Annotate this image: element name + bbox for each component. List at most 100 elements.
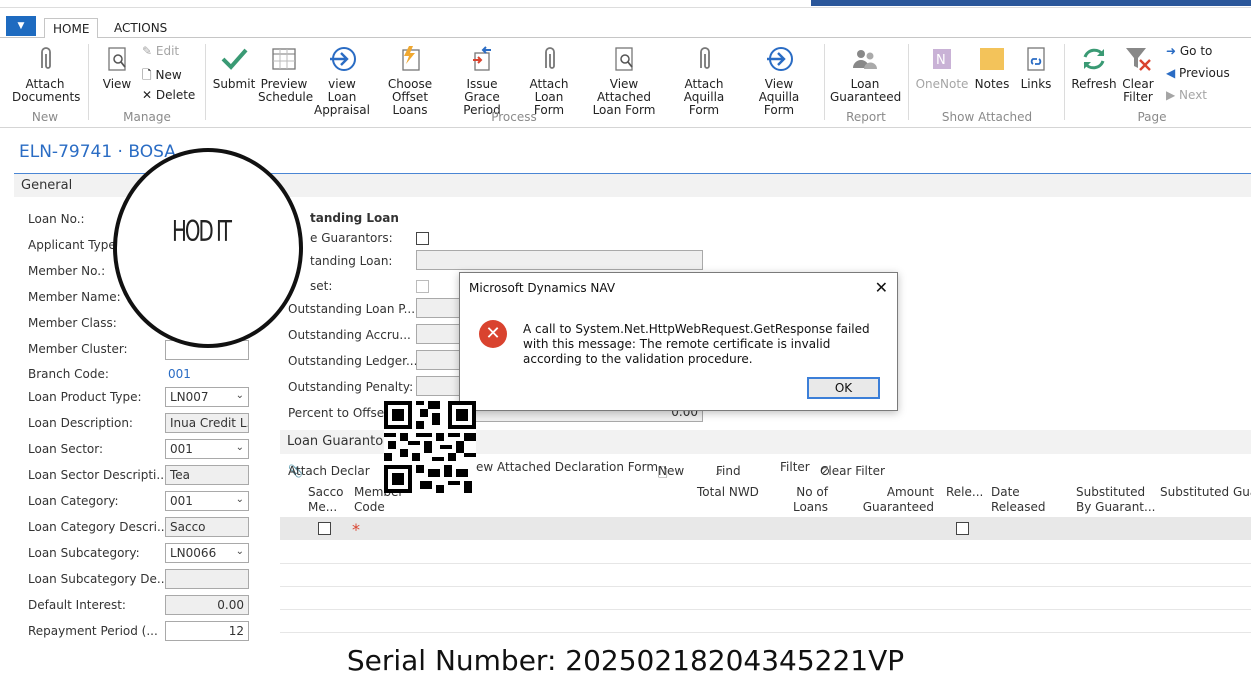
loan-category-description-field[interactable]: Sacco xyxy=(165,517,249,537)
next-button[interactable]: ▶ Next xyxy=(1166,88,1207,102)
view-label: View xyxy=(102,77,132,91)
chevron-down-icon: ⌄ xyxy=(235,390,244,401)
tab-home[interactable]: HOME xyxy=(44,18,99,39)
go-to-label: Go to xyxy=(1179,44,1213,58)
serial-number: Serial Number: 20250218204345221VP xyxy=(0,644,1251,677)
loan-product-type-select[interactable]: LN007 ⌄ xyxy=(165,387,249,407)
funnel-clear-icon xyxy=(1126,48,1151,71)
divider xyxy=(1064,44,1065,120)
applicant-type-label: Applicant Type: xyxy=(28,238,120,252)
new-line-label: New xyxy=(658,464,685,478)
released-checkbox[interactable] xyxy=(956,522,969,535)
preview-schedule-button[interactable]: Preview Schedule xyxy=(258,44,313,104)
outstanding-loan-label: tanding Loan: xyxy=(310,254,393,268)
chevron-down-icon: ⌄ xyxy=(235,546,244,557)
sacco-member-checkbox[interactable] xyxy=(318,522,331,535)
loan-subcategory-description-field[interactable] xyxy=(165,569,249,589)
table-row[interactable]: * xyxy=(280,517,1251,540)
col-sacco-member[interactable]: Sacco Me... xyxy=(308,485,344,515)
loan-subcategory-description-label: Loan Subcategory De... xyxy=(28,572,169,586)
offset-checkbox[interactable] xyxy=(416,280,429,293)
group-show-attached: Show Attached xyxy=(941,110,1033,124)
col-amount-guaranteed[interactable]: Amount Guaranteed xyxy=(862,485,934,515)
row-divider xyxy=(280,563,1251,564)
tab-actions[interactable]: ACTIONS xyxy=(106,18,175,38)
loan-sector-description-field[interactable]: Tea xyxy=(165,465,249,485)
refresh-button[interactable]: Refresh xyxy=(1070,44,1118,91)
repayment-period-field[interactable]: 12 xyxy=(165,621,249,641)
links-button[interactable]: Links xyxy=(1016,44,1056,91)
choose-offset-loans-button[interactable]: Choose Offset Loans xyxy=(374,44,446,117)
edit-button[interactable]: ✎ Edit xyxy=(142,44,179,58)
calendar-icon xyxy=(272,48,296,70)
loan-category-label: Loan Category: xyxy=(28,494,119,508)
divider xyxy=(824,44,825,120)
transfer-icon xyxy=(473,46,491,71)
links-label: Links xyxy=(1020,77,1052,91)
notes-button[interactable]: Notes xyxy=(972,44,1012,91)
refresh-icon xyxy=(1083,48,1105,70)
previous-label: Previous xyxy=(1179,66,1230,80)
col-released[interactable]: Rele... xyxy=(946,485,983,500)
ribbon: Attach Documents New View ✎ Edit 🗋 New ✕… xyxy=(0,38,1251,128)
filter-button[interactable]: Filter xyxy=(780,460,810,474)
edit-label: Edit xyxy=(155,44,180,58)
checkmark-icon xyxy=(221,48,248,70)
branch-code-value[interactable]: 001 xyxy=(168,367,191,381)
page-title: ELN-79741 · BOSA xyxy=(19,142,176,162)
go-to-arrow-icon: ➜ xyxy=(1166,44,1180,58)
required-mark: * xyxy=(352,520,360,539)
attach-documents-button[interactable]: Attach Documents xyxy=(12,44,80,104)
onenote-button[interactable]: N OneNote xyxy=(914,44,970,91)
loan-guaranteed-label: Loan Guaranteed xyxy=(830,77,902,104)
view-loan-appraisal-button[interactable]: view Loan Appraisal xyxy=(312,44,372,117)
clear-filter-button[interactable]: Clear Filter xyxy=(1120,44,1156,104)
loan-sector-label: Loan Sector: xyxy=(28,442,103,456)
col-total-nwd[interactable]: Total NWD xyxy=(697,485,759,500)
issue-grace-period-button[interactable]: Issue Grace Period xyxy=(448,44,516,117)
guarantors-checkbox[interactable] xyxy=(416,232,429,245)
delete-button[interactable]: ✕ Delete xyxy=(142,88,195,102)
row-divider xyxy=(280,609,1251,610)
loan-subcategory-select[interactable]: LN0066 ⌄ xyxy=(165,543,249,563)
loan-description-label: Loan Description: xyxy=(28,416,133,430)
paperclip-icon xyxy=(41,47,51,69)
col-date-released[interactable]: Date Released xyxy=(991,485,1046,515)
outstanding-loan-field[interactable] xyxy=(416,250,703,270)
loan-sector-select[interactable]: 001 ⌄ xyxy=(165,439,249,459)
view-attached-declaration-button[interactable]: ew Attached Declaration Form xyxy=(476,460,658,474)
divider xyxy=(205,44,206,120)
new-button[interactable]: 🗋 New xyxy=(142,66,182,87)
app-menu-button[interactable]: ▼ xyxy=(6,16,36,36)
go-to-button[interactable]: ➜ Go to xyxy=(1166,44,1212,58)
row-divider xyxy=(280,586,1251,587)
loan-category-select[interactable]: 001 ⌄ xyxy=(165,491,249,511)
pencil-icon: ✎ xyxy=(142,44,156,58)
col-substituted-guara[interactable]: Substituted Guara xyxy=(1160,485,1251,500)
view-aquilla-form-button[interactable]: View Aquilla Form xyxy=(742,44,816,117)
attach-aquilla-form-button[interactable]: Attach Aquilla Form xyxy=(668,44,740,117)
previous-button[interactable]: ◀ Previous xyxy=(1166,66,1230,80)
submit-button[interactable]: Submit xyxy=(212,44,256,91)
paperclip-icon xyxy=(545,47,555,69)
group-report: Report xyxy=(846,110,886,124)
col-substituted-by[interactable]: Substituted By Guarant... xyxy=(1076,485,1155,515)
ribbon-tabs: ▼ HOME ACTIONS xyxy=(0,8,1251,39)
loan-subcategory-label: Loan Subcategory: xyxy=(28,546,140,560)
group-process: Process xyxy=(491,110,537,124)
outstanding-penalty-label: Outstanding Penalty: xyxy=(288,380,414,394)
default-interest-field[interactable]: 0.00 xyxy=(165,595,249,615)
loan-description-field[interactable]: Inua Credit L... xyxy=(165,413,249,433)
view-attached-loan-form-button[interactable]: View Attached Loan Form xyxy=(582,44,666,117)
view-button[interactable]: View xyxy=(98,44,136,91)
attach-declaration-label: Attach Declar xyxy=(288,464,370,478)
notes-label: Notes xyxy=(974,77,1010,91)
ok-button[interactable]: OK xyxy=(807,377,880,399)
link-document-icon xyxy=(1027,47,1045,71)
loan-guaranteed-button[interactable]: Loan Guaranteed xyxy=(830,44,902,104)
close-icon[interactable]: ✕ xyxy=(875,278,888,297)
loan-category-description-label: Loan Category Descri... xyxy=(28,520,169,534)
dialog-title: Microsoft Dynamics NAV xyxy=(469,281,616,295)
hod-it-stamp: HOD IT xyxy=(113,148,303,348)
attach-loan-form-button[interactable]: Attach Loan Form xyxy=(518,44,580,117)
